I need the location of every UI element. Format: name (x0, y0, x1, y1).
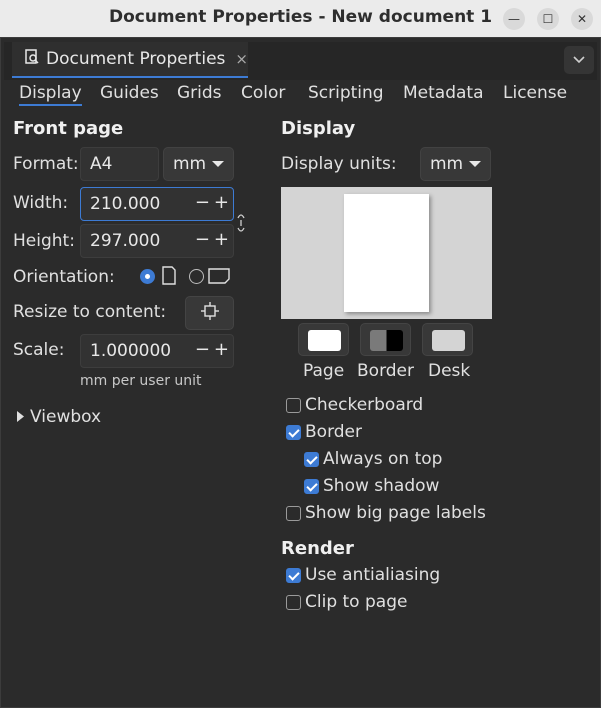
viewbox-expander[interactable]: Viewbox (17, 407, 101, 427)
border-label: Border (305, 422, 362, 442)
clip-to-page-checkbox[interactable] (286, 595, 301, 610)
width-value: 210.000 (90, 194, 161, 214)
width-input[interactable]: 210.000 − + (80, 187, 234, 221)
checkerboard-checkbox[interactable] (286, 398, 301, 413)
show-shadow-label: Show shadow (323, 476, 440, 496)
orientation-label: Orientation: (13, 267, 115, 287)
display-units-label: Display units: (281, 154, 397, 174)
front-page-heading: Front page (13, 118, 124, 139)
page-preview (281, 187, 492, 319)
desk-color-swatch (432, 330, 465, 351)
decrement-icon[interactable]: − (195, 192, 210, 213)
tab-grids[interactable]: Grids (177, 83, 222, 103)
dropdown-caret-icon (469, 161, 482, 167)
portrait-page-icon (161, 266, 177, 291)
page-preview-sheet (344, 194, 429, 312)
dropdown-caret-icon (212, 161, 225, 167)
decrement-icon[interactable]: − (195, 339, 210, 360)
expander-arrow-icon (17, 407, 24, 427)
viewbox-label: Viewbox (30, 407, 102, 427)
border-color-button[interactable] (360, 323, 411, 356)
show-shadow-checkbox[interactable] (304, 479, 319, 494)
maximize-button[interactable]: ☐ (537, 8, 559, 30)
width-label: Width: (13, 193, 69, 213)
format-unit-value: mm (172, 154, 207, 174)
scale-note: mm per user unit (80, 373, 202, 389)
always-on-top-checkbox[interactable] (304, 452, 319, 467)
height-input[interactable]: 297.000 − + (80, 224, 234, 258)
tab-scripting[interactable]: Scripting (308, 83, 384, 103)
document-properties-icon (24, 48, 40, 70)
resize-to-content-button[interactable] (185, 296, 234, 330)
increment-icon[interactable]: + (214, 339, 229, 360)
height-label: Height: (13, 231, 75, 251)
dock-tab-document-properties[interactable]: Document Properties × (12, 42, 248, 78)
close-button[interactable]: ✕ (571, 8, 593, 30)
antialiasing-label: Use antialiasing (305, 565, 441, 585)
scale-label: Scale: (13, 340, 65, 360)
increment-icon[interactable]: + (214, 229, 229, 250)
minimize-icon: — (508, 12, 520, 26)
minimize-button[interactable]: — (503, 8, 525, 30)
border-color-swatch (370, 330, 403, 351)
page-color-label: Page (303, 361, 345, 381)
checkerboard-label: Checkerboard (305, 395, 424, 415)
resize-to-content-icon (200, 301, 220, 326)
dock-tab-label: Document Properties (46, 49, 226, 69)
maximize-icon: ☐ (542, 12, 554, 26)
landscape-page-icon (208, 268, 230, 289)
landscape-radio[interactable] (189, 269, 204, 284)
desk-color-label: Desk (428, 361, 471, 381)
tab-metadata[interactable]: Metadata (403, 83, 484, 103)
dock-menu-button[interactable] (564, 46, 594, 74)
format-value: A4 (90, 154, 113, 174)
tab-color[interactable]: Color (241, 83, 285, 103)
clip-to-page-label: Clip to page (305, 592, 408, 612)
page-color-button[interactable] (298, 323, 349, 356)
big-page-labels-label: Show big page labels (305, 503, 486, 523)
tab-license[interactable]: License (503, 83, 567, 103)
format-label: Format: (13, 154, 79, 174)
format-unit-dropdown[interactable]: mm (163, 147, 234, 181)
always-on-top-label: Always on top (323, 449, 443, 469)
portrait-radio[interactable] (140, 269, 155, 284)
border-checkbox[interactable] (286, 425, 301, 440)
big-page-labels-checkbox[interactable] (286, 506, 301, 521)
increment-icon[interactable]: + (214, 192, 229, 213)
desk-color-button[interactable] (422, 323, 473, 356)
antialiasing-checkbox[interactable] (286, 568, 301, 583)
render-heading: Render (281, 538, 354, 559)
tab-display[interactable]: Display (19, 83, 82, 106)
height-value: 297.000 (90, 231, 161, 251)
close-icon: ✕ (576, 12, 588, 26)
scale-value: 1.000000 (90, 341, 172, 361)
decrement-icon[interactable]: − (195, 229, 210, 250)
scale-input[interactable]: 1.000000 − + (80, 334, 234, 368)
display-units-value: mm (429, 154, 464, 174)
title-bar: Document Properties - New document 1 — ☐… (0, 0, 601, 37)
page-color-swatch (308, 330, 341, 351)
display-units-dropdown[interactable]: mm (420, 147, 491, 181)
chevron-down-icon (572, 50, 586, 70)
dock-tab-close-icon[interactable]: × (235, 50, 248, 68)
tab-guides[interactable]: Guides (100, 83, 159, 103)
border-color-label: Border (357, 361, 414, 381)
resize-label: Resize to content: (13, 302, 167, 322)
display-heading: Display (281, 118, 356, 139)
format-field[interactable]: A4 (80, 147, 159, 181)
lock-ratio-icon[interactable] (236, 209, 246, 237)
